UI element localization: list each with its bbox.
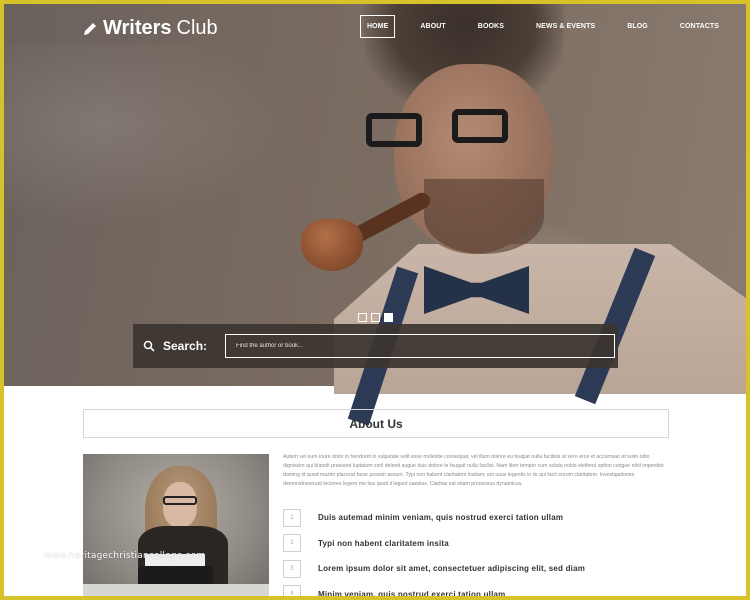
list-item: 3 Lorem ipsum dolor sit amet, consectetu… [283,556,673,582]
step-text: Typi non habent claritatem insita [318,538,449,548]
about-heading: About Us [83,409,669,438]
about-steps-list: 1 Duis autemad minim veniam, quis nostru… [283,505,673,596]
nav-home[interactable]: HOME [360,15,396,38]
logo-text-bold: Writers [103,17,172,39]
list-item: 2 Typi non habent claritatem insita [283,531,673,557]
hero-slider: Writers Club HOME ABOUT BOOKS NEWS & EVE… [4,4,746,426]
step-text: Minim veniam, quis nostrud exerci tation… [318,589,506,596]
search-input[interactable] [225,334,615,358]
step-number: 1 [283,508,301,527]
writer-photo [83,454,269,596]
slider-dot-2[interactable] [371,313,380,322]
step-text: Lorem ipsum dolor sit amet, consectetuer… [318,564,586,574]
hero-image-pipe [301,219,363,271]
step-text: Duis autemad minim veniam, quis nostrud … [318,513,564,523]
hero-image-glasses [366,109,536,149]
hero-image-beard [424,179,544,254]
slider-dot-1[interactable] [358,313,367,322]
page-frame: Writers Club HOME ABOUT BOOKS NEWS & EVE… [4,4,746,596]
pen-icon [84,22,96,35]
about-paragraph: Autem vel eum iriure dolor in hendrerit … [283,454,664,487]
nav-about[interactable]: ABOUT [413,15,452,38]
search-label: Search: [163,339,208,353]
step-number: 2 [283,534,301,553]
search-icon [143,340,155,352]
nav-news-events[interactable]: NEWS & EVENTS [529,15,602,38]
smoke-image [4,44,324,244]
list-item: 4 Minim veniam, quis nostrud exerci tati… [283,582,673,596]
logo-text-light: Club [176,17,218,39]
list-item: 1 Duis autemad minim veniam, quis nostru… [283,505,673,531]
watermark-text: www.heritagechristiancollege.com [44,551,206,561]
nav-books[interactable]: BOOKS [471,15,511,38]
step-number: 4 [283,585,301,596]
search-bar: Search: [133,324,618,368]
slider-pagination [358,313,393,322]
site-logo[interactable]: Writers Club [82,17,218,40]
main-nav: HOME ABOUT BOOKS NEWS & EVENTS BLOG CONT… [360,15,744,38]
nav-contacts[interactable]: CONTACTS [673,15,726,38]
step-number: 3 [283,559,301,578]
slider-dot-3[interactable] [384,313,393,322]
nav-blog[interactable]: BLOG [620,15,655,38]
